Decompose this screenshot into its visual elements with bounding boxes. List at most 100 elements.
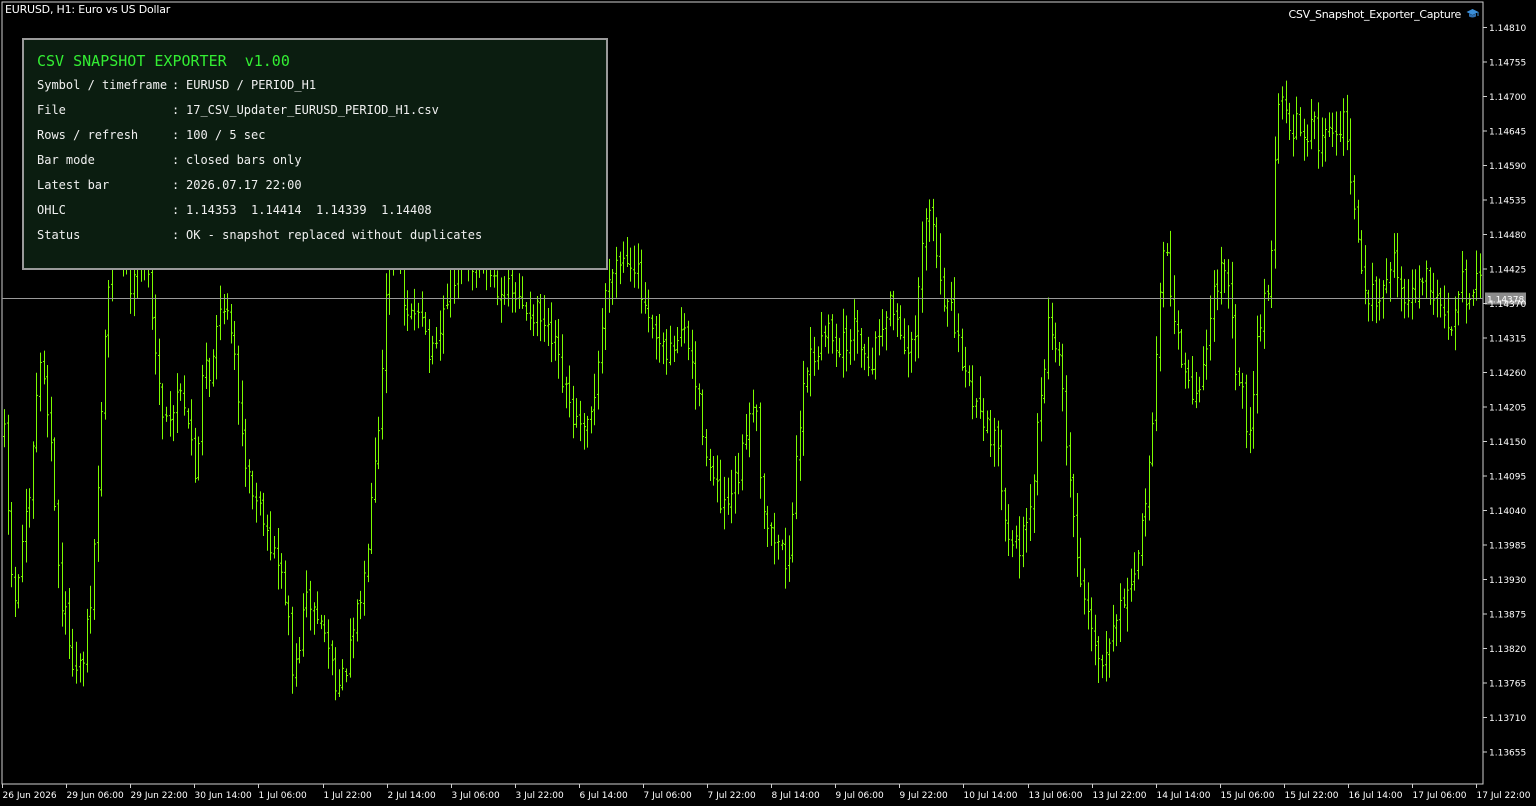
- ohlc-bar: [251, 470, 254, 510]
- ohlc-bar: [295, 643, 298, 687]
- panel-row-value: closed bars only: [186, 153, 302, 167]
- ohlc-bar: [316, 591, 319, 625]
- ohlc-bar: [1432, 272, 1435, 315]
- y-tick-label: 1.14095: [1489, 473, 1526, 483]
- ohlc-bar: [1274, 136, 1277, 269]
- ohlc-bar: [43, 350, 46, 385]
- ohlc-bar: [622, 241, 625, 273]
- y-tick-label: 1.14535: [1489, 197, 1526, 207]
- ohlc-bar: [673, 335, 676, 363]
- y-tick-label: 1.14040: [1489, 507, 1526, 517]
- ohlc-bar: [424, 311, 427, 335]
- ohlc-bar: [1461, 250, 1464, 303]
- panel-row-label: Rows / refresh: [37, 128, 139, 142]
- graduation-cap-icon[interactable]: [1466, 8, 1479, 20]
- ohlc-bar: [1191, 356, 1194, 405]
- ohlc-bar: [1029, 484, 1032, 542]
- ohlc-bar: [748, 402, 751, 458]
- ohlc-bar: [1126, 577, 1129, 632]
- expert-advisor-name[interactable]: CSV_Snapshot_Exporter_Capture: [1289, 8, 1462, 21]
- ohlc-bar: [406, 290, 409, 331]
- x-tick-label: 15 Jul 22:00: [1285, 791, 1339, 801]
- y-tick-label: 1.14205: [1489, 404, 1526, 414]
- ohlc-bar: [201, 364, 204, 456]
- ohlc-bar: [1198, 376, 1201, 403]
- ohlc-bar: [1371, 262, 1374, 322]
- x-tick-label: 26 Jun 2026: [3, 791, 57, 801]
- ohlc-bar: [637, 243, 640, 289]
- ohlc-bar: [1083, 568, 1086, 615]
- ohlc-bar: [529, 291, 532, 331]
- ohlc-bar: [788, 535, 791, 582]
- ohlc-bar: [1097, 636, 1100, 683]
- ohlc-bar: [874, 331, 877, 380]
- ohlc-bar: [1263, 278, 1266, 349]
- ohlc-bar: [680, 307, 683, 347]
- ohlc-bar: [1166, 243, 1169, 257]
- panel-row-separator: :: [172, 128, 180, 142]
- y-tick-label: 1.14700: [1489, 93, 1526, 103]
- ohlc-bar: [1472, 289, 1475, 306]
- ohlc-bar: [1285, 80, 1288, 124]
- ohlc-bar: [727, 477, 730, 515]
- ohlc-bar: [107, 279, 110, 358]
- ohlc-bar: [831, 314, 834, 354]
- ohlc-bar: [813, 336, 816, 376]
- ohlc-bar: [1479, 253, 1482, 299]
- ohlc-bar: [1216, 269, 1219, 311]
- chart-window-title: EURUSD, H1: Euro vs US Dollar: [5, 3, 171, 16]
- ohlc-bar: [165, 406, 168, 422]
- ohlc-bar: [169, 391, 172, 437]
- ohlc-bar: [431, 335, 434, 365]
- ohlc-bar: [691, 329, 694, 379]
- ohlc-bar: [104, 329, 107, 420]
- ohlc-bar: [799, 410, 802, 481]
- ohlc-bar: [1011, 530, 1014, 558]
- y-tick-label: 1.14480: [1489, 231, 1526, 241]
- ohlc-bar: [79, 653, 82, 683]
- ohlc-bar: [561, 334, 564, 393]
- y-tick-label: 1.13655: [1489, 749, 1526, 759]
- ohlc-bar: [1033, 474, 1036, 533]
- ohlc-bar: [730, 469, 733, 524]
- ohlc-bar: [521, 276, 524, 309]
- ohlc-bar: [1137, 549, 1140, 580]
- ohlc-bar: [953, 277, 956, 339]
- panel-row-value: 100 / 5 sec: [186, 128, 266, 142]
- ohlc-bar: [557, 318, 560, 379]
- ohlc-bar: [633, 245, 636, 288]
- ohlc-bar: [1061, 343, 1064, 412]
- ohlc-bar: [759, 402, 762, 499]
- ohlc-bar: [356, 599, 359, 642]
- x-tick-label: 10 Jul 14:00: [964, 791, 1018, 801]
- ohlc-bar: [323, 615, 326, 643]
- ohlc-bar: [601, 308, 604, 374]
- panel-row: Symbol / timeframe: EURUSD / PERIOD_H1: [37, 78, 316, 92]
- ohlc-bar: [14, 566, 17, 618]
- ohlc-bar: [57, 499, 60, 589]
- ohlc-bar: [1288, 102, 1291, 140]
- ohlc-bar: [345, 668, 348, 683]
- ohlc-bar: [608, 258, 611, 313]
- ohlc-bar: [1335, 111, 1338, 156]
- ohlc-bar: [25, 488, 28, 563]
- ohlc-bar: [439, 310, 442, 361]
- ohlc-bar: [1360, 230, 1363, 274]
- ohlc-bar: [3, 409, 6, 448]
- ohlc-bar: [1421, 277, 1424, 296]
- y-tick-label: 1.14645: [1489, 128, 1526, 138]
- ohlc-bar: [1159, 282, 1162, 372]
- ohlc-bar: [277, 528, 280, 590]
- ohlc-bar: [46, 364, 49, 438]
- x-tick-label: 8 Jul 14:00: [772, 791, 821, 801]
- panel-row-separator: :: [172, 103, 180, 117]
- ohlc-bar: [860, 328, 863, 368]
- ohlc-bar: [89, 585, 92, 634]
- panel-row-value: OK - snapshot replaced without duplicate…: [186, 228, 483, 242]
- ohlc-bar: [1245, 374, 1248, 449]
- ohlc-bar: [385, 273, 388, 394]
- ohlc-bar: [187, 408, 190, 429]
- ohlc-bar: [928, 199, 931, 242]
- ohlc-bar: [305, 570, 308, 618]
- ohlc-bar: [925, 208, 928, 271]
